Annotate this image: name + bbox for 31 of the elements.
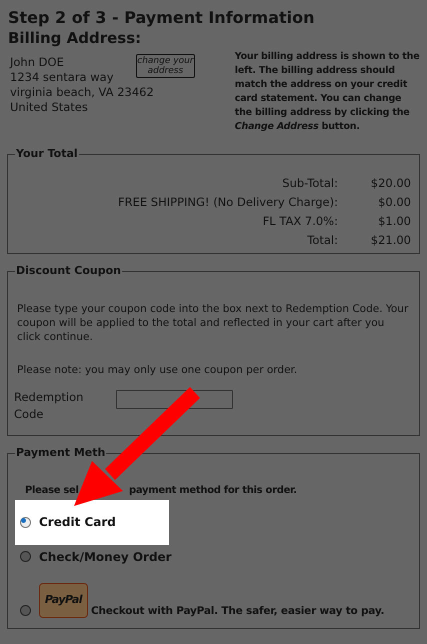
- total-amount: $0.00: [377, 194, 411, 210]
- total-label: Total:: [306, 232, 339, 248]
- total-amount: $20.00: [370, 174, 411, 190]
- address-line: United States: [10, 100, 88, 115]
- section-heading: Billing Address:: [8, 29, 142, 47]
- radio-button[interactable]: [20, 516, 31, 528]
- paypal-logo: PayPal: [39, 582, 88, 618]
- section-legend: Payment Meth: [15, 445, 106, 462]
- total-amount: $1.00: [377, 212, 411, 228]
- address-line: 1234 sentara way: [10, 70, 114, 85]
- total-label: Sub-Total:: [281, 174, 339, 190]
- option-label: Checkout with PayPal. The safer, easier way to pay.: [91, 604, 384, 618]
- coupon-text: Please note: you may only use one coupon per order.: [17, 362, 298, 376]
- radio-button[interactable]: [20, 551, 31, 562]
- option-label: Credit Card: [39, 514, 116, 530]
- section-legend: Your Total: [15, 146, 79, 162]
- address-line: virginia beach, VA 23462: [10, 85, 154, 100]
- section-legend: Discount Coupon: [15, 263, 122, 280]
- radio-button[interactable]: [20, 604, 31, 616]
- page-title: Step 2 of 3 - Payment Information: [8, 8, 316, 28]
- billing-note: Your billing address is shown to the left. The billing address should match the address on your credit card statement. You can change the billing address by clicking the Change Address button.: [234, 50, 420, 134]
- coupon-text: Please type your coupon code into the box next to Redemption Code. Your coupon will be applied to the total and reflected in your cart after you click continue.: [17, 302, 410, 344]
- total-label: FREE SHIPPING! (No Delivery Charge):: [117, 194, 339, 210]
- change-address-button[interactable]: change your address: [136, 54, 195, 78]
- instruction-text: Please sel: [25, 484, 80, 498]
- option-label: Check/Money Order: [39, 548, 172, 564]
- field-label: Redemption Code: [14, 388, 82, 422]
- total-amount: $21.00: [370, 232, 411, 248]
- instruction-text: payment method for this order.: [129, 484, 297, 498]
- total-label: FL TAX 7.0%:: [262, 212, 339, 228]
- address-line: John DOE: [10, 55, 64, 70]
